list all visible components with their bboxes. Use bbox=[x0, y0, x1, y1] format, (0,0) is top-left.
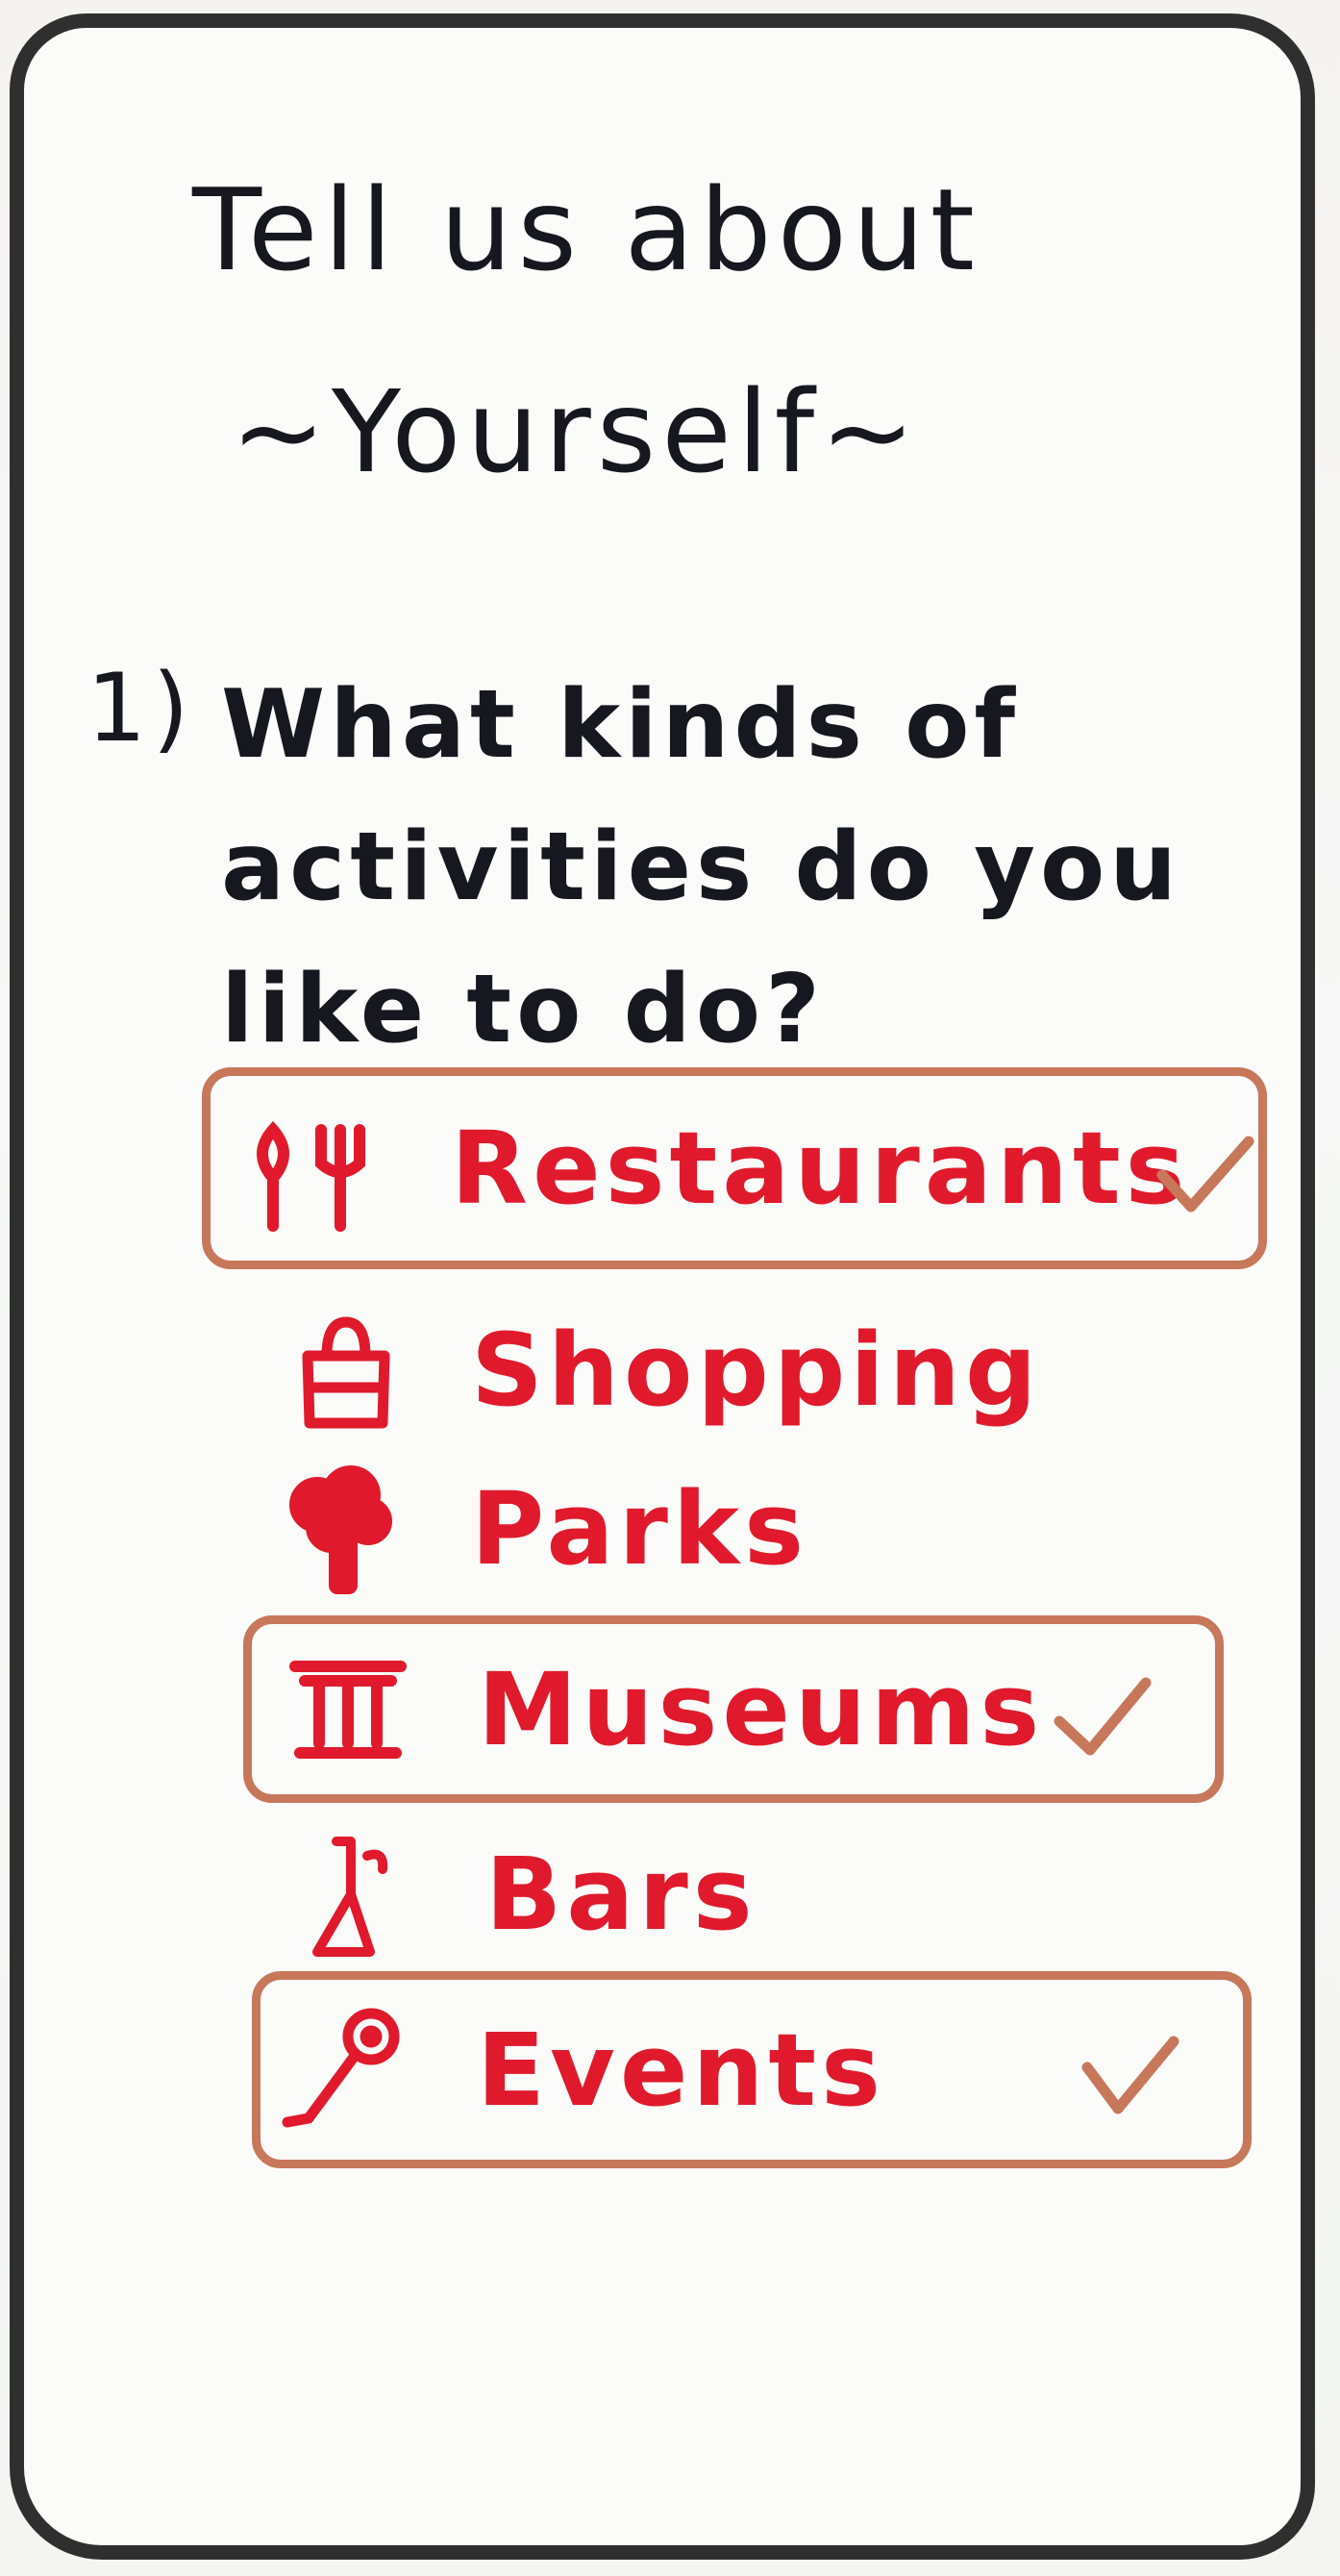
option-label: Events bbox=[477, 2011, 886, 2129]
tree-icon bbox=[274, 1462, 409, 1596]
checkmark-icon bbox=[1050, 1666, 1155, 1755]
option-label: Restaurants bbox=[451, 1110, 1190, 1227]
option-shopping[interactable]: Shopping bbox=[231, 1293, 1250, 1447]
option-label: Parks bbox=[471, 1470, 808, 1588]
shopping-bag-icon bbox=[279, 1303, 413, 1438]
paper-sheet: Tell us about ~Yourself~ 1) What kinds o… bbox=[0, 0, 1340, 2576]
option-bars[interactable]: Bars bbox=[231, 1817, 1250, 1971]
option-label: Shopping bbox=[471, 1312, 1042, 1429]
option-restaurants[interactable]: Restaurants bbox=[202, 1067, 1267, 1269]
option-label: Bars bbox=[485, 1836, 757, 1953]
checkmark-icon bbox=[1078, 2027, 1183, 2113]
museum-icon bbox=[281, 1642, 415, 1777]
activity-options: Restaurants Shopping Parks Museums Bars … bbox=[0, 0, 1340, 2576]
microphone-icon bbox=[280, 2003, 414, 2138]
option-museums[interactable]: Museums bbox=[243, 1615, 1224, 1803]
checkmark-icon bbox=[1153, 1125, 1258, 1213]
cocktail-glass-icon bbox=[298, 1827, 433, 1962]
option-parks[interactable]: Parks bbox=[231, 1452, 1250, 1606]
option-label: Museums bbox=[478, 1650, 1045, 1768]
fork-knife-icon bbox=[244, 1101, 379, 1236]
option-events[interactable]: Events bbox=[252, 1971, 1252, 2168]
